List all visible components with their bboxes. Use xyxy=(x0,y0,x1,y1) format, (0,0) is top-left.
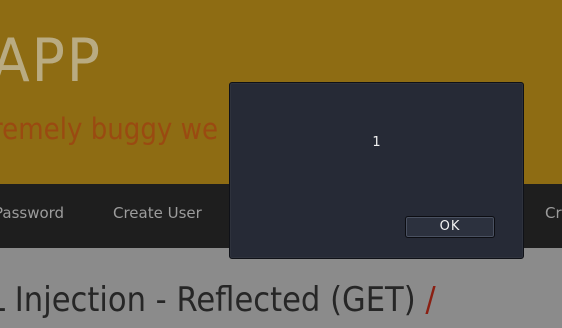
menu-item-password[interactable]: Password xyxy=(0,204,64,222)
alert-message: 1 xyxy=(372,135,381,150)
app-title: APP xyxy=(0,26,102,96)
menu-item-cut-off[interactable]: Cr xyxy=(545,204,562,222)
menu-item-create-user[interactable]: Create User xyxy=(113,204,202,222)
page-content: L Injection - Reflected (GET) / xyxy=(0,248,562,328)
ok-button[interactable]: OK xyxy=(405,216,495,238)
page-title-text: L Injection - Reflected (GET) xyxy=(0,280,416,320)
page-title: L Injection - Reflected (GET) / xyxy=(0,280,436,320)
page-title-separator: / xyxy=(425,280,436,320)
app-subtitle: remely buggy we xyxy=(0,112,219,146)
alert-dialog: 1 OK xyxy=(229,82,524,259)
